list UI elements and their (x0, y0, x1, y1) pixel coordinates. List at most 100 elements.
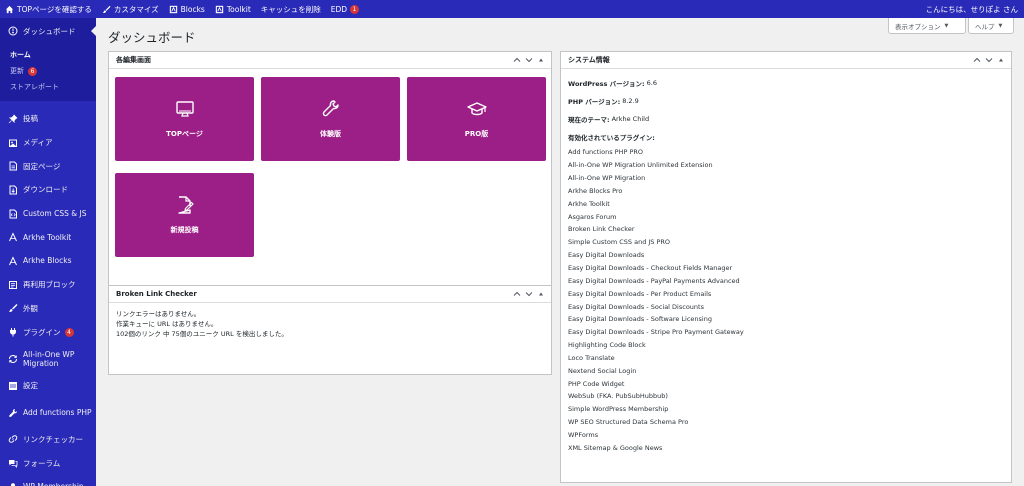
move-up-icon[interactable] (971, 54, 983, 66)
plugins-heading-row: 有効化されているプラグイン: (568, 128, 1004, 146)
sidebar-item-arkhe[interactable]: Arkhe Toolkit (0, 225, 96, 249)
migration-icon (9, 354, 17, 363)
submenu-item-store-reports[interactable]: ストアレポート (0, 79, 96, 95)
sidebar-item-wrench[interactable]: Add functions PHP (0, 398, 96, 428)
tile-trial[interactable]: 体験版 (261, 77, 400, 161)
panel-title: 各編集画面 (116, 56, 151, 64)
adminbar-item-clear-cache[interactable]: キャッシュを削除 (256, 0, 326, 18)
adminbar-item-toolkit[interactable]: Toolkit (210, 0, 256, 18)
sidebar-item-brush[interactable]: 外観 (0, 297, 96, 321)
adminbar-item-top-page[interactable]: TOPページを確認する (0, 0, 97, 18)
collapse-icon[interactable] (535, 288, 547, 300)
tile-label: 新規投稿 (170, 226, 199, 234)
blc-summary: リンクエラーはありません。 作業キューに URL はありません。 102個のリン… (109, 303, 551, 345)
graduation-cap-icon (466, 102, 487, 116)
pin-icon (8, 114, 18, 124)
sidebar-item-media[interactable]: メディア (0, 131, 96, 155)
adminbar-item-blocks[interactable]: Blocks (164, 0, 210, 18)
collapse-icon[interactable] (995, 54, 1007, 66)
move-down-icon[interactable] (523, 288, 535, 300)
plugin-update-badge: 4 (64, 327, 74, 337)
plugin-list-item: WebSub (FKA. PubSubHubbub) (568, 392, 668, 401)
tile-label: TOPページ (166, 130, 203, 138)
caret-down-icon: ▼ (998, 22, 1003, 29)
sidebar-item-label: All-in-One WP Migration (23, 349, 75, 368)
plugin-list-item: All-in-One WP Migration Unlimited Extens… (568, 161, 713, 170)
sidebar-item-migration[interactable]: All-in-One WP Migration (0, 344, 96, 374)
sidebar-item-link[interactable]: リンクチェッカー (0, 428, 96, 452)
move-up-icon[interactable] (511, 54, 523, 66)
adminbar-item-customize[interactable]: カスタマイズ (97, 0, 164, 18)
submenu-item-updates[interactable]: 更新 6 (0, 63, 96, 79)
sidebar-item-label: ダウンロード (23, 185, 68, 195)
code-icon (9, 209, 17, 219)
sidebar-item-label: WP Membership (23, 482, 84, 486)
plugin-list-item: Broken Link Checker (568, 225, 635, 234)
sidebar-item-forum[interactable]: フォーラム (0, 451, 96, 475)
adminbar-item-label: EDD (330, 4, 348, 14)
theme-value: Arkhe Child (611, 115, 650, 123)
sidebar-item-pin[interactable]: 投稿 (0, 107, 96, 131)
sidebar-item-plugin[interactable]: プラグイン 4 (0, 320, 96, 344)
plugin-list-item: Loco Translate (568, 353, 615, 362)
screen-options-button[interactable]: 表示オプション ▼ (888, 18, 966, 34)
notification-badge: 1 (350, 4, 360, 14)
submenu-item-home[interactable]: ホーム (0, 47, 96, 63)
sidebar-item-label: 外観 (23, 303, 38, 313)
move-up-icon[interactable] (511, 288, 523, 300)
adminbar-item-label: Blocks (180, 4, 205, 14)
adminbar-account[interactable]: こんにちは、せりぽよ さん (921, 0, 1024, 18)
adminbar-item-label: TOPページを確認する (17, 4, 92, 14)
blc-line: 102個のリンク 中 75個のユニーク URL を検出しました。 (116, 330, 288, 338)
sidebar-item-label: 投稿 (23, 114, 38, 124)
settings-icon (9, 381, 17, 390)
sidebar-item-code[interactable]: Custom CSS & JS (0, 202, 96, 226)
brush-icon (9, 304, 18, 313)
sidebar-item-label: 再利用ブロック (23, 280, 76, 290)
sidebar-item-download[interactable]: ダウンロード (0, 178, 96, 202)
tile-new-post[interactable]: 新規投稿 (115, 173, 254, 257)
caret-down-icon: ▼ (944, 22, 949, 29)
help-label: ヘルプ (975, 22, 995, 31)
plugin-list-item: WP SEO Structured Data Schema Pro (568, 418, 689, 427)
collapse-icon[interactable] (535, 54, 547, 66)
help-button[interactable]: ヘルプ ▼ (968, 18, 1014, 34)
plugin-list-item: Asgaros Forum (568, 212, 617, 221)
sidebar-item-block[interactable]: 再利用ブロック (0, 273, 96, 297)
panel-header[interactable]: システム情報 (561, 52, 1011, 69)
plugin-list-item: Easy Digital Downloads - Per Product Ema… (568, 289, 712, 298)
download-icon (9, 185, 17, 195)
move-down-icon[interactable] (983, 54, 995, 66)
sidebar-item-arkhe[interactable]: Arkhe Blocks (0, 249, 96, 273)
tile-top-page[interactable]: TOPページ (115, 77, 254, 161)
plugin-list-item: Easy Digital Downloads - PayPal Payments… (568, 276, 740, 285)
sidebar-item-settings[interactable]: 設定 (0, 374, 96, 398)
sidebar-item-membership[interactable]: WP Membership (0, 475, 96, 486)
panel-header[interactable]: 各編集画面 (109, 52, 551, 69)
wp-version-label: WordPress バージョン: (568, 80, 645, 88)
adminbar-item-label: カスタマイズ (113, 4, 159, 14)
tile-label: 体験版 (320, 130, 341, 138)
sidebar-item-label: Custom CSS & JS (23, 209, 87, 219)
sidebar-item-label: フォーラム (23, 458, 61, 468)
plugin-list-item: Add functions PHP PRO (568, 148, 644, 157)
edit-screens-panel: 各編集画面 TOPページ 体験版 PRO版 新規投稿 (108, 51, 552, 291)
sidebar-item-label: Arkhe Blocks (23, 256, 72, 266)
plugin-list-item: Nextend Social Login (568, 366, 637, 375)
tile-pro[interactable]: PRO版 (407, 77, 546, 161)
sidebar-item-page[interactable]: 固定ページ (0, 154, 96, 178)
php-version-row: PHP バージョン: 8.2.9 (568, 92, 1004, 110)
wrench-icon (9, 408, 18, 417)
blc-line: リンクエラーはありません。 (116, 310, 201, 318)
forum-icon (9, 460, 18, 469)
submenu-item-label: ストアレポート (10, 83, 59, 91)
membership-icon (11, 483, 15, 486)
adminbar-item-edd[interactable]: EDD 1 (326, 0, 364, 18)
plugin-list-item: WPForms (568, 430, 599, 439)
sidebar-item-dashboard[interactable]: ダッシュボード (0, 18, 96, 44)
sidebar-item-label: 設定 (23, 381, 38, 391)
move-down-icon[interactable] (523, 54, 535, 66)
page-title: ダッシュボード (108, 30, 196, 45)
plugin-list-item: Easy Digital Downloads - Stripe Pro Paym… (568, 328, 744, 337)
panel-header[interactable]: Broken Link Checker (109, 286, 551, 303)
